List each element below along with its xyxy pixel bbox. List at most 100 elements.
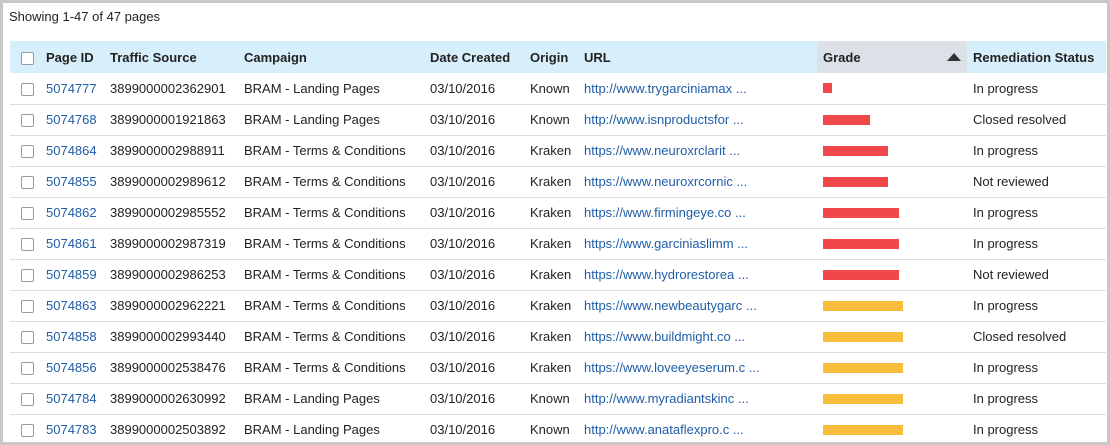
url-link[interactable]: https://www.neuroxrclarit ... xyxy=(584,143,740,158)
table-row[interactable]: 5074768 3899000001921863 BRAM - Landing Pa… xyxy=(10,104,1106,135)
page-id-link[interactable]: 5074862 xyxy=(46,205,97,220)
status-cell: Not reviewed xyxy=(967,166,1106,197)
traffic-source-cell: 3899000002503892 xyxy=(110,422,226,437)
grade-bar xyxy=(823,331,903,342)
date-created-cell: 03/10/2016 xyxy=(430,360,496,375)
table-row[interactable]: 5074777 3899000002362901 BRAM - Landing Pa… xyxy=(10,73,1106,104)
table-row[interactable]: 5074862 3899000002985552 BRAM - Terms & Co… xyxy=(10,197,1106,228)
column-header-campaign[interactable]: Campaign xyxy=(238,41,424,73)
table-row[interactable]: 5074783 3899000002503892 BRAM - Landing Pa… xyxy=(10,414,1106,442)
url-link[interactable]: http://www.anataflexpro.c ... xyxy=(584,422,744,437)
traffic-source-cell: 3899000001921863 xyxy=(110,112,226,127)
row-select-cell xyxy=(10,73,40,104)
remediation-status: Not reviewed xyxy=(973,267,1049,282)
url-cell: http://www.myradiantskinc ... xyxy=(578,383,817,414)
url-link[interactable]: https://www.garciniaslimm ... xyxy=(584,236,748,251)
row-checkbox[interactable] xyxy=(21,176,34,190)
url-cell: https://www.hydrorestorea ... xyxy=(578,259,817,290)
row-checkbox[interactable] xyxy=(21,82,34,96)
table-row[interactable]: 5074863 3899000002962221 BRAM - Terms & Co… xyxy=(10,290,1106,321)
table-header-row: Page ID Traffic Source Campaign Date Cre… xyxy=(10,41,1106,73)
traffic-source-cell: 3899000002989612 xyxy=(110,174,226,189)
page-id-link[interactable]: 5074777 xyxy=(46,81,97,96)
grade-cell xyxy=(817,135,967,166)
column-header-remediation-status[interactable]: Remediation Status xyxy=(967,41,1106,73)
url-cell: http://www.anataflexpro.c ... xyxy=(578,414,817,442)
page-id-link[interactable]: 5074864 xyxy=(46,143,97,158)
origin-cell: Kraken xyxy=(530,174,572,189)
column-header-page-id[interactable]: Page ID xyxy=(40,41,104,73)
page-id-link[interactable]: 5074859 xyxy=(46,267,97,282)
url-cell: http://www.trygarciniamax ... xyxy=(578,73,817,104)
grade-cell xyxy=(817,259,967,290)
select-all-checkbox[interactable] xyxy=(21,51,34,65)
table-row[interactable]: 5074864 3899000002988911 BRAM - Terms & Co… xyxy=(10,135,1106,166)
traffic-source-cell: 3899000002988911 xyxy=(110,143,225,158)
page-id-link[interactable]: 5074856 xyxy=(46,360,97,375)
sort-up-icon[interactable] xyxy=(947,53,961,61)
origin-cell: Known xyxy=(530,112,570,127)
row-checkbox[interactable] xyxy=(21,145,34,159)
remediation-status: In progress xyxy=(973,360,1039,375)
row-checkbox[interactable] xyxy=(21,238,34,252)
row-checkbox[interactable] xyxy=(21,393,34,407)
origin-cell: Kraken xyxy=(530,236,572,251)
grade-cell xyxy=(817,290,967,321)
campaign-cell: BRAM - Terms & Conditions xyxy=(244,143,406,158)
column-header-traffic-source[interactable]: Traffic Source xyxy=(104,41,238,73)
campaign-cell: BRAM - Terms & Conditions xyxy=(244,205,406,220)
row-checkbox[interactable] xyxy=(21,362,34,376)
row-select-cell xyxy=(10,166,40,197)
table-row[interactable]: 5074784 3899000002630992 BRAM - Landing Pa… xyxy=(10,383,1106,414)
page-id-link[interactable]: 5074861 xyxy=(46,236,97,251)
page-id-link[interactable]: 5074863 xyxy=(46,298,97,313)
row-checkbox[interactable] xyxy=(21,424,34,438)
campaign-cell: BRAM - Terms & Conditions xyxy=(244,329,406,344)
column-header-date-created[interactable]: Date Created xyxy=(424,41,524,73)
row-checkbox[interactable] xyxy=(21,114,34,128)
pages-panel: Showing 1-47 of 47 pages Page ID Traffic… xyxy=(0,0,1110,445)
row-checkbox[interactable] xyxy=(21,207,34,221)
row-checkbox[interactable] xyxy=(21,269,34,283)
page-id-link[interactable]: 5074858 xyxy=(46,329,97,344)
url-link[interactable]: https://www.firmingeye.co ... xyxy=(584,205,746,220)
url-link[interactable]: https://www.neuroxrcornic ... xyxy=(584,174,747,189)
row-checkbox[interactable] xyxy=(21,331,34,345)
origin-cell: Known xyxy=(530,391,570,406)
column-header-grade[interactable]: Grade xyxy=(817,41,967,73)
column-header-url[interactable]: URL xyxy=(578,41,817,73)
url-link[interactable]: https://www.loveeyeserum.c ... xyxy=(584,360,760,375)
url-link[interactable]: http://www.myradiantskinc ... xyxy=(584,391,749,406)
campaign-cell: BRAM - Terms & Conditions xyxy=(244,174,406,189)
page-id-link[interactable]: 5074783 xyxy=(46,422,97,437)
url-link[interactable]: https://www.hydrorestorea ... xyxy=(584,267,749,282)
url-cell: https://www.newbeautygarc ... xyxy=(578,290,817,321)
status-cell: In progress xyxy=(967,383,1106,414)
table-row[interactable]: 5074861 3899000002987319 BRAM - Terms & Co… xyxy=(10,228,1106,259)
grade-bar xyxy=(823,145,888,156)
row-checkbox[interactable] xyxy=(21,300,34,314)
status-cell: In progress xyxy=(967,135,1106,166)
campaign-cell: BRAM - Landing Pages xyxy=(244,112,380,127)
traffic-source-cell: 3899000002962221 xyxy=(110,298,226,313)
url-link[interactable]: https://www.buildmight.co ... xyxy=(584,329,745,344)
page-id-link[interactable]: 5074784 xyxy=(46,391,97,406)
table-row[interactable]: 5074856 3899000002538476 BRAM - Terms & Co… xyxy=(10,352,1106,383)
column-header-origin[interactable]: Origin xyxy=(524,41,578,73)
remediation-status: Closed resolved xyxy=(973,329,1067,344)
grade-bar xyxy=(823,207,899,218)
page-id-link[interactable]: 5074768 xyxy=(46,112,97,127)
campaign-cell: BRAM - Terms & Conditions xyxy=(244,298,406,313)
table-row[interactable]: 5074859 3899000002986253 BRAM - Terms & Co… xyxy=(10,259,1106,290)
url-link[interactable]: http://www.isnproductsfor ... xyxy=(584,112,744,127)
page-id-cell: 5074859 xyxy=(40,259,104,290)
url-link[interactable]: https://www.newbeautygarc ... xyxy=(584,298,757,313)
url-link[interactable]: http://www.trygarciniamax ... xyxy=(584,81,747,96)
url-cell: https://www.buildmight.co ... xyxy=(578,321,817,352)
grade-cell xyxy=(817,414,967,442)
page-id-link[interactable]: 5074855 xyxy=(46,174,97,189)
table-row[interactable]: 5074855 3899000002989612 BRAM - Terms & Co… xyxy=(10,166,1106,197)
table-row[interactable]: 5074858 3899000002993440 BRAM - Terms & Co… xyxy=(10,321,1106,352)
page-id-cell: 5074864 xyxy=(40,135,104,166)
row-select-cell xyxy=(10,383,40,414)
